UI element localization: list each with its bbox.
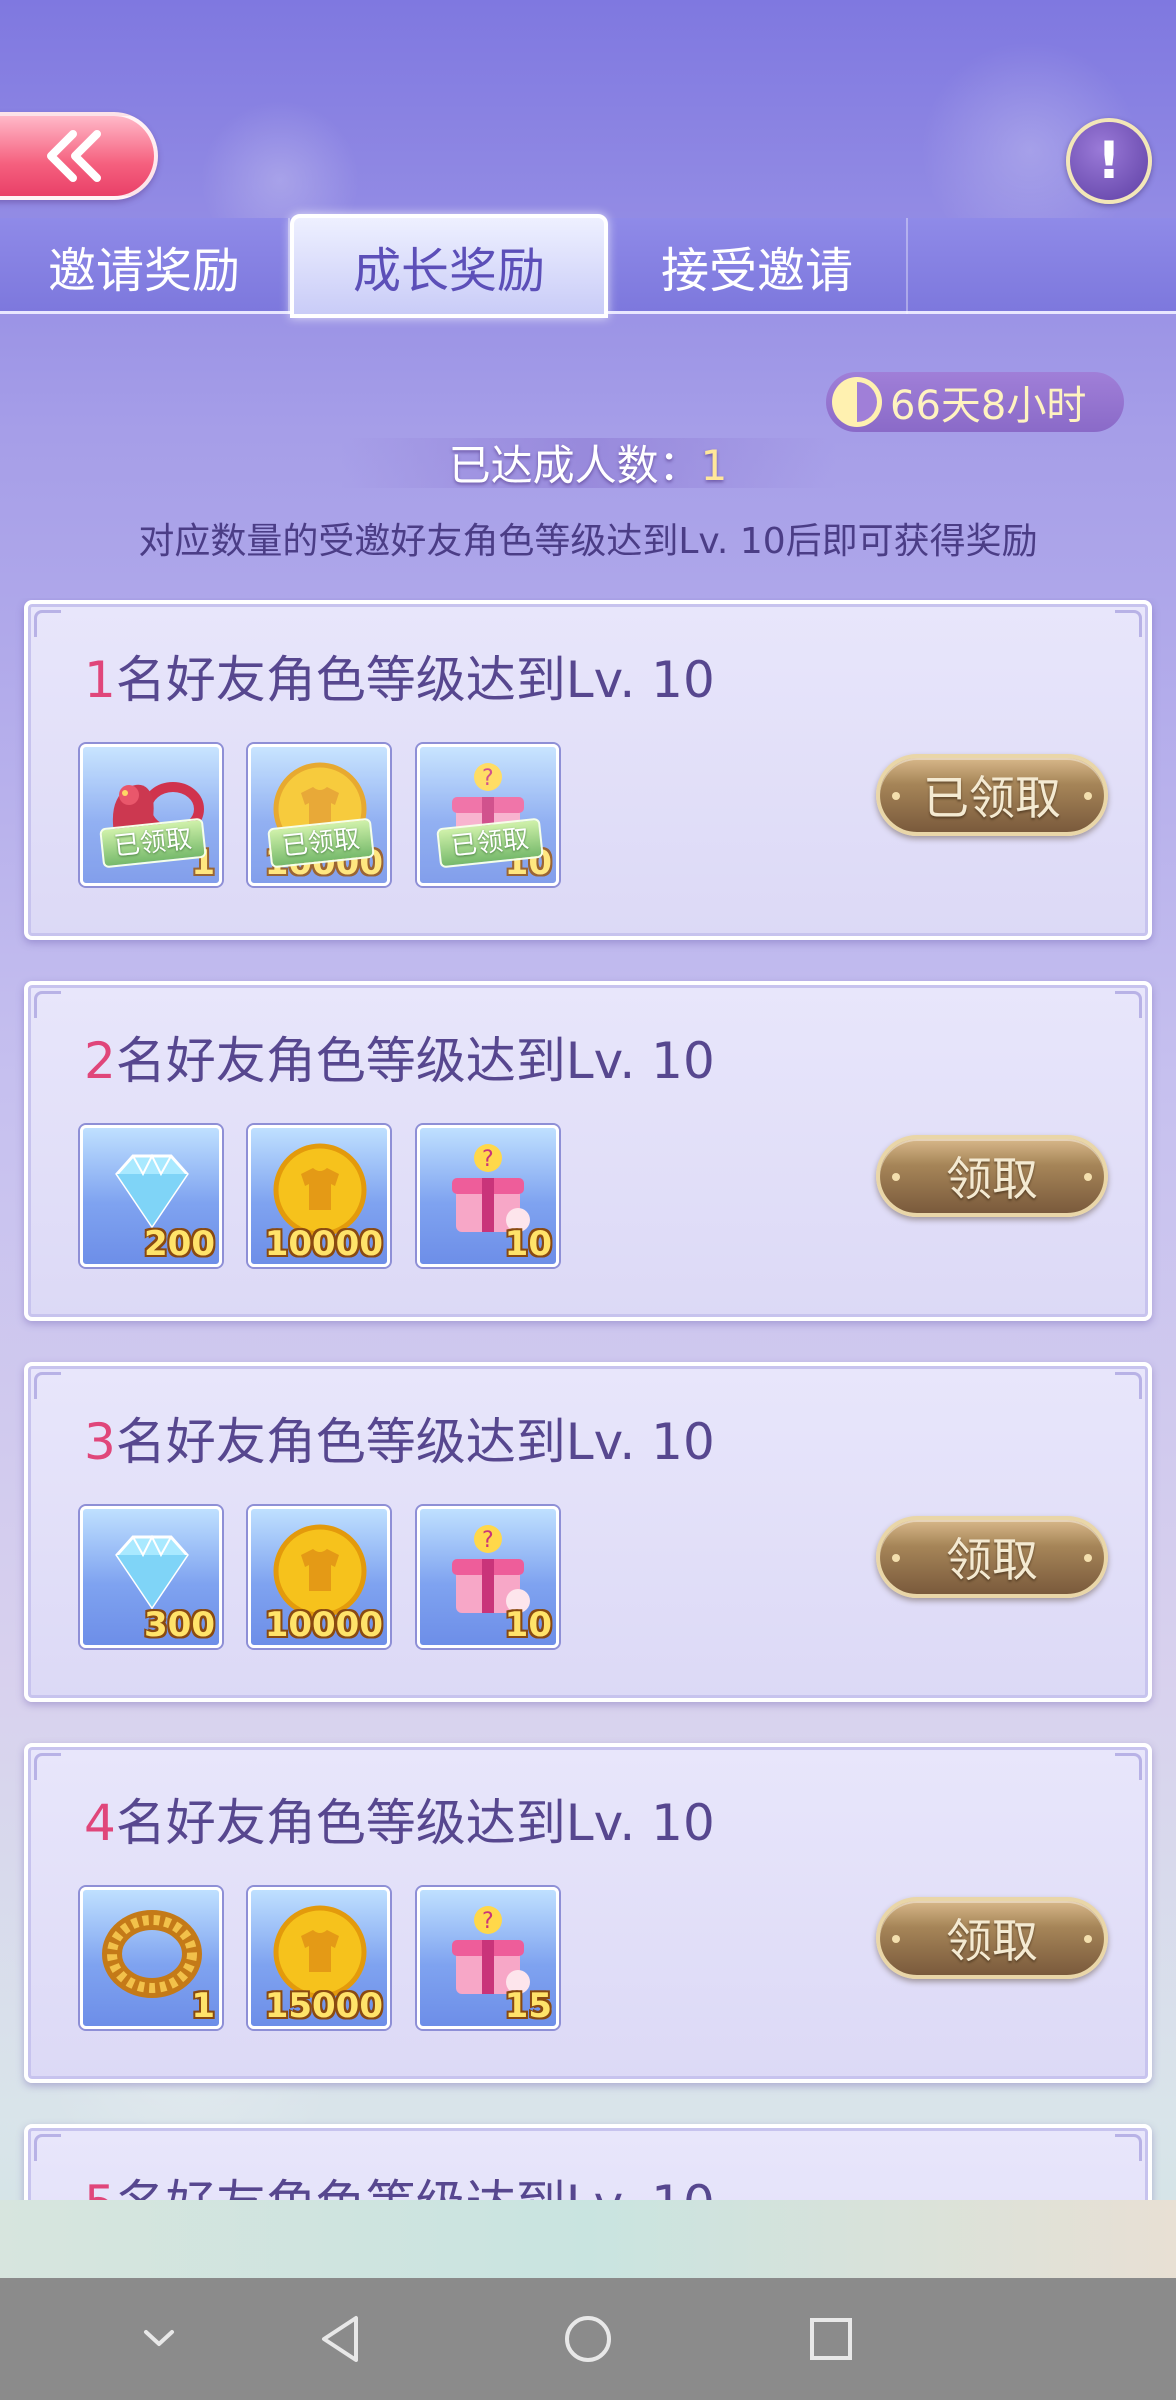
reward-item[interactable]: 300 [80, 1506, 222, 1648]
tab-bar: 邀请奖励 接受邀请 成长奖励 [0, 214, 1176, 318]
reward-item[interactable]: 10000 [248, 1506, 390, 1648]
reward-description: 对应数量的受邀好友角色等级达到Lv. 10后即可获得奖励 [138, 521, 1038, 562]
gift-box-icon: ? [452, 763, 530, 851]
claim-button[interactable]: 领取 [876, 1516, 1108, 1598]
reward-card: 5名好友角色等级达到Lv. 10 [24, 2124, 1152, 2200]
item-quantity: 10000 [264, 1224, 383, 1264]
claimed-button[interactable]: 已领取 [876, 754, 1108, 836]
double-chevron-left-icon [47, 130, 101, 182]
item-quantity: 1 [191, 843, 215, 883]
gold-coin-icon [273, 762, 367, 856]
claim-button[interactable]: 领取 [876, 1135, 1108, 1217]
info-button[interactable]: ! [1066, 118, 1152, 204]
card-title: 3名好友角色等级达到Lv. 10 [84, 1413, 715, 1471]
item-quantity: 10 [504, 1224, 552, 1264]
card-title: 2名好友角色等级达到Lv. 10 [84, 1032, 715, 1090]
claim-button[interactable]: 领取 [876, 1897, 1108, 1979]
item-quantity: 200 [144, 1224, 215, 1264]
reward-card: 1名好友角色等级达到Lv. 10 1 已领取 10000 已领取 ? 10 已领… [24, 600, 1152, 940]
item-quantity: 10 [504, 843, 552, 883]
nav-recents-button[interactable] [800, 2308, 862, 2370]
svg-text:?: ? [482, 1147, 494, 1172]
item-quantity: 10000 [264, 1605, 383, 1645]
back-button[interactable] [0, 112, 158, 200]
reached-value: 1 [700, 441, 728, 490]
reached-count: 已达成人数：1 [0, 432, 1176, 493]
nav-back-button[interactable] [312, 2308, 374, 2370]
exclamation-icon: ! [1097, 131, 1121, 191]
item-quantity: 15 [504, 1986, 552, 2026]
nav-collapse-button[interactable] [128, 2308, 190, 2370]
claimed-tag: 已领取 [99, 817, 207, 869]
svg-text:?: ? [482, 766, 494, 791]
system-navbar [0, 2278, 1176, 2400]
card-title: 4名好友角色等级达到Lv. 10 [84, 1794, 715, 1852]
item-quantity: 10000 [264, 843, 383, 883]
tab-invite-reward[interactable]: 邀请奖励 [0, 218, 290, 314]
chevron-down-icon [144, 2330, 174, 2346]
item-quantity: 300 [144, 1605, 215, 1645]
reward-item[interactable]: 1 [80, 1887, 222, 2029]
nav-home-button[interactable] [557, 2308, 619, 2370]
claimed-tag: 已领取 [436, 817, 544, 869]
reward-item[interactable]: 10000 已领取 [248, 744, 390, 886]
back-triangle-icon [322, 2316, 358, 2362]
claimed-tag: 已领取 [267, 817, 375, 869]
countdown-badge: 66天8小时 [826, 372, 1124, 432]
reward-list[interactable]: 1名好友角色等级达到Lv. 10 1 已领取 10000 已领取 ? 10 已领… [0, 598, 1176, 2200]
bottom-background [0, 2200, 1176, 2278]
item-quantity: 15000 [264, 1986, 383, 2026]
reward-item[interactable]: ? 10 已领取 [417, 744, 559, 886]
tab-growth-reward[interactable]: 成长奖励 [290, 214, 608, 318]
svg-text:?: ? [482, 1528, 494, 1553]
reward-item[interactable]: ? 10 [417, 1125, 559, 1267]
clock-icon [832, 377, 882, 427]
card-title: 5名好友角色等级达到Lv. 10 [84, 2164, 715, 2200]
item-quantity: 1 [191, 1986, 215, 2026]
tab-accept-invite[interactable]: 接受邀请 [608, 218, 908, 314]
card-title: 1名好友角色等级达到Lv. 10 [84, 651, 715, 709]
svg-text:?: ? [482, 1909, 494, 1934]
reached-label: 已达成人数： [448, 441, 701, 490]
countdown-text: 66天8小时 [890, 383, 1087, 429]
reward-card: 4名好友角色等级达到Lv. 10 1 15000 ? 15 领取 [24, 1743, 1152, 2083]
home-circle-icon [565, 2316, 611, 2362]
reward-item[interactable]: ? 10 [417, 1506, 559, 1648]
reward-item[interactable]: ? 15 [417, 1887, 559, 2029]
reward-item[interactable]: 15000 [248, 1887, 390, 2029]
reward-card: 3名好友角色等级达到Lv. 10 300 10000 ? 10 领取 [24, 1362, 1152, 1702]
recents-square-icon [810, 2318, 852, 2360]
reward-item[interactable]: 1 已领取 [80, 744, 222, 886]
reward-card: 2名好友角色等级达到Lv. 10 200 10000 ? 10 领取 [24, 981, 1152, 1321]
reward-item[interactable]: 10000 [248, 1125, 390, 1267]
item-quantity: 10 [504, 1605, 552, 1645]
reward-item[interactable]: 200 [80, 1125, 222, 1267]
lion-ring-icon [112, 782, 204, 845]
